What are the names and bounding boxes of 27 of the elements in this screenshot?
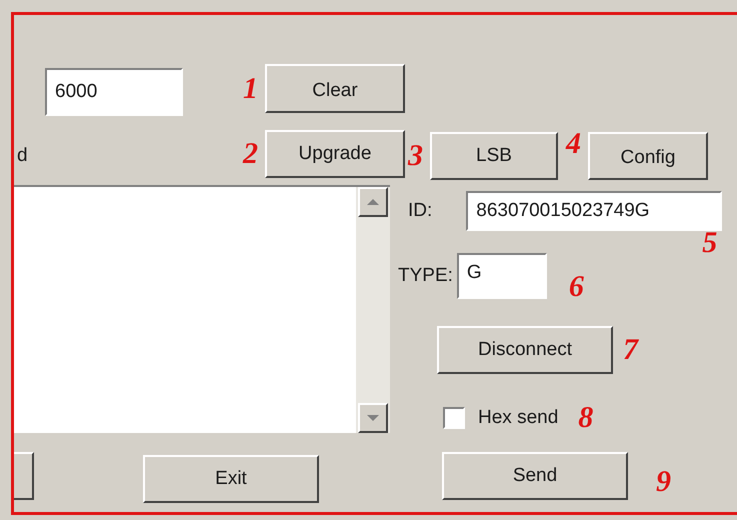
- hex-send-label: Hex send: [478, 406, 558, 430]
- id-label: ID:: [408, 198, 432, 223]
- hex-send-checkbox[interactable]: [443, 407, 465, 429]
- label-text: d: [17, 144, 28, 168]
- exit-button[interactable]: Exit: [143, 455, 319, 503]
- annotation-number: 1: [243, 70, 259, 106]
- annotation-number: 3: [408, 138, 424, 174]
- lsb-button[interactable]: LSB: [430, 132, 558, 180]
- annotation-number: 6: [568, 269, 585, 305]
- scrollbar[interactable]: [356, 187, 390, 433]
- partial-button[interactable]: [14, 452, 34, 500]
- type-label: TYPE:: [398, 264, 453, 288]
- upgrade-button[interactable]: Upgrade: [265, 130, 405, 178]
- annotation-number: 8: [578, 400, 594, 436]
- scroll-down-icon[interactable]: [358, 403, 388, 433]
- port-field[interactable]: 6000: [45, 68, 183, 116]
- annotation-number: 2: [243, 136, 259, 172]
- send-button[interactable]: Send: [442, 452, 628, 500]
- clear-button[interactable]: Clear: [265, 64, 405, 113]
- config-button[interactable]: Config: [588, 132, 708, 180]
- id-field[interactable]: 863070015023749G: [466, 191, 722, 231]
- annotation-number: 9: [656, 464, 672, 500]
- annotation-number: 4: [566, 126, 582, 162]
- type-field[interactable]: G: [456, 253, 547, 299]
- disconnect-button[interactable]: Disconnect: [437, 326, 613, 374]
- scroll-up-icon[interactable]: [358, 187, 388, 217]
- annotation-number: 7: [623, 332, 640, 368]
